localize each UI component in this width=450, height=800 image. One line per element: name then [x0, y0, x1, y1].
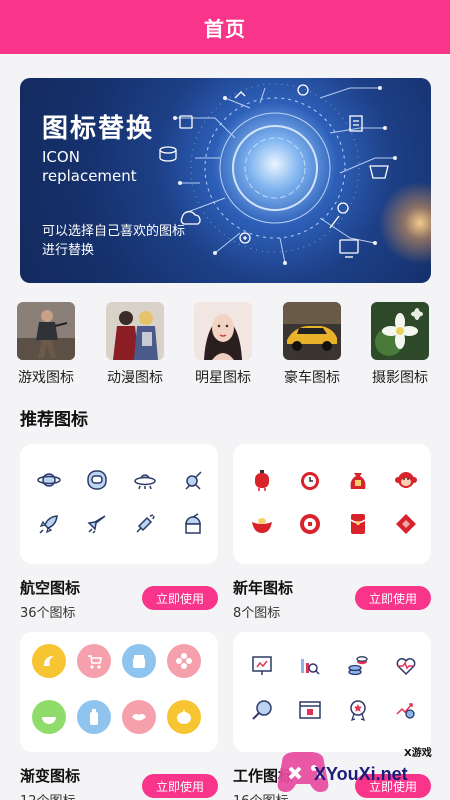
use-now-button[interactable]: 立即使用	[142, 774, 218, 798]
heart-pulse-icon	[394, 654, 418, 678]
icon-preview-grid	[250, 468, 418, 536]
ufo-icon	[133, 468, 157, 492]
pack-count: 36个图标	[20, 606, 76, 621]
lime-slice-icon	[32, 700, 66, 734]
pack-count: 12个图标	[20, 790, 76, 800]
pack-name: 渐变图标	[20, 767, 81, 785]
observatory-icon	[181, 512, 205, 536]
celebrity-portrait-image	[194, 302, 252, 360]
growth-gear-icon	[394, 698, 418, 722]
use-now-button[interactable]: 立即使用	[142, 586, 218, 610]
category-label: 明星图标	[195, 370, 251, 386]
rocket-icon	[37, 512, 61, 536]
satellite-icon	[181, 468, 205, 492]
gold-ingot-icon	[250, 512, 274, 536]
watermark-text: XYouXi.net	[314, 764, 408, 784]
category-label: 豪车图标	[284, 370, 340, 386]
pack-count: 8个图标	[233, 606, 281, 621]
use-now-button[interactable]: 立即使用	[355, 586, 431, 610]
flower-icon	[167, 644, 201, 678]
banner-title: 图标替换	[42, 114, 155, 144]
stroller-icon	[77, 644, 111, 678]
category-label: 摄影图标	[372, 370, 428, 386]
banner[interactable]: 图标替换 ICON replacement 可以选择自己喜欢的图标进行替换	[20, 78, 431, 283]
pumpkin-icon	[167, 700, 201, 734]
category-label: 游戏图标	[18, 370, 74, 386]
clock-icon	[298, 468, 322, 492]
category-celebrity[interactable]: 明星图标	[183, 302, 263, 387]
browser-window-icon	[298, 698, 322, 722]
lantern-icon	[250, 468, 274, 492]
magnifier-icon	[250, 698, 274, 722]
shrimp-icon	[32, 644, 66, 678]
data-search-icon	[298, 654, 322, 678]
presentation-board-icon	[250, 654, 274, 678]
bottle-icon	[77, 700, 111, 734]
category-game[interactable]: 游戏图标	[6, 302, 86, 387]
lips-icon	[122, 700, 156, 734]
watermark-small: X游戏	[404, 748, 432, 759]
icon-pack-card-work[interactable]	[233, 632, 431, 752]
icon-pack-card-new-year[interactable]	[233, 444, 431, 564]
category-row: 游戏图标 动漫图标 明星图标 豪车图标 摄影图标	[0, 302, 450, 388]
category-label: 动漫图标	[107, 370, 163, 386]
icon-preview-grid	[32, 644, 201, 734]
red-envelope-icon	[346, 512, 370, 536]
planet-icon	[37, 468, 61, 492]
icon-preview-grid	[250, 654, 418, 722]
icon-pack-card-aviation[interactable]	[20, 444, 218, 564]
banner-description: 可以选择自己喜欢的图标进行替换	[42, 224, 186, 258]
luxury-car-image	[283, 302, 341, 360]
flower-photo-image	[371, 302, 429, 360]
award-badge-icon	[346, 698, 370, 722]
icon-pack-card-gradient[interactable]	[20, 632, 218, 752]
watermark: X游戏 XYouXi.net	[276, 742, 450, 800]
space-shuttle-icon	[85, 512, 109, 536]
pack-name: 新年图标	[233, 579, 294, 597]
banner-subtitle: ICON replacement	[42, 148, 137, 185]
anime-characters-image	[106, 302, 164, 360]
icon-preview-grid	[37, 468, 205, 536]
category-photography[interactable]: 摄影图标	[360, 302, 440, 387]
coin-icon	[298, 512, 322, 536]
ray-gun-icon	[133, 512, 157, 536]
fortune-bag-icon	[346, 468, 370, 492]
top-bar: 首页	[0, 0, 450, 54]
jar-icon	[122, 644, 156, 678]
page-title: 首页	[204, 16, 246, 41]
coin-stack-icon	[346, 654, 370, 678]
astronaut-helmet-icon	[85, 468, 109, 492]
category-anime[interactable]: 动漫图标	[95, 302, 175, 387]
monkey-icon	[394, 468, 418, 492]
pack-name: 航空图标	[20, 579, 81, 597]
game-character-image	[17, 302, 75, 360]
section-title: 推荐图标	[20, 410, 88, 430]
category-car[interactable]: 豪车图标	[272, 302, 352, 387]
diamond-couplet-icon	[394, 512, 418, 536]
